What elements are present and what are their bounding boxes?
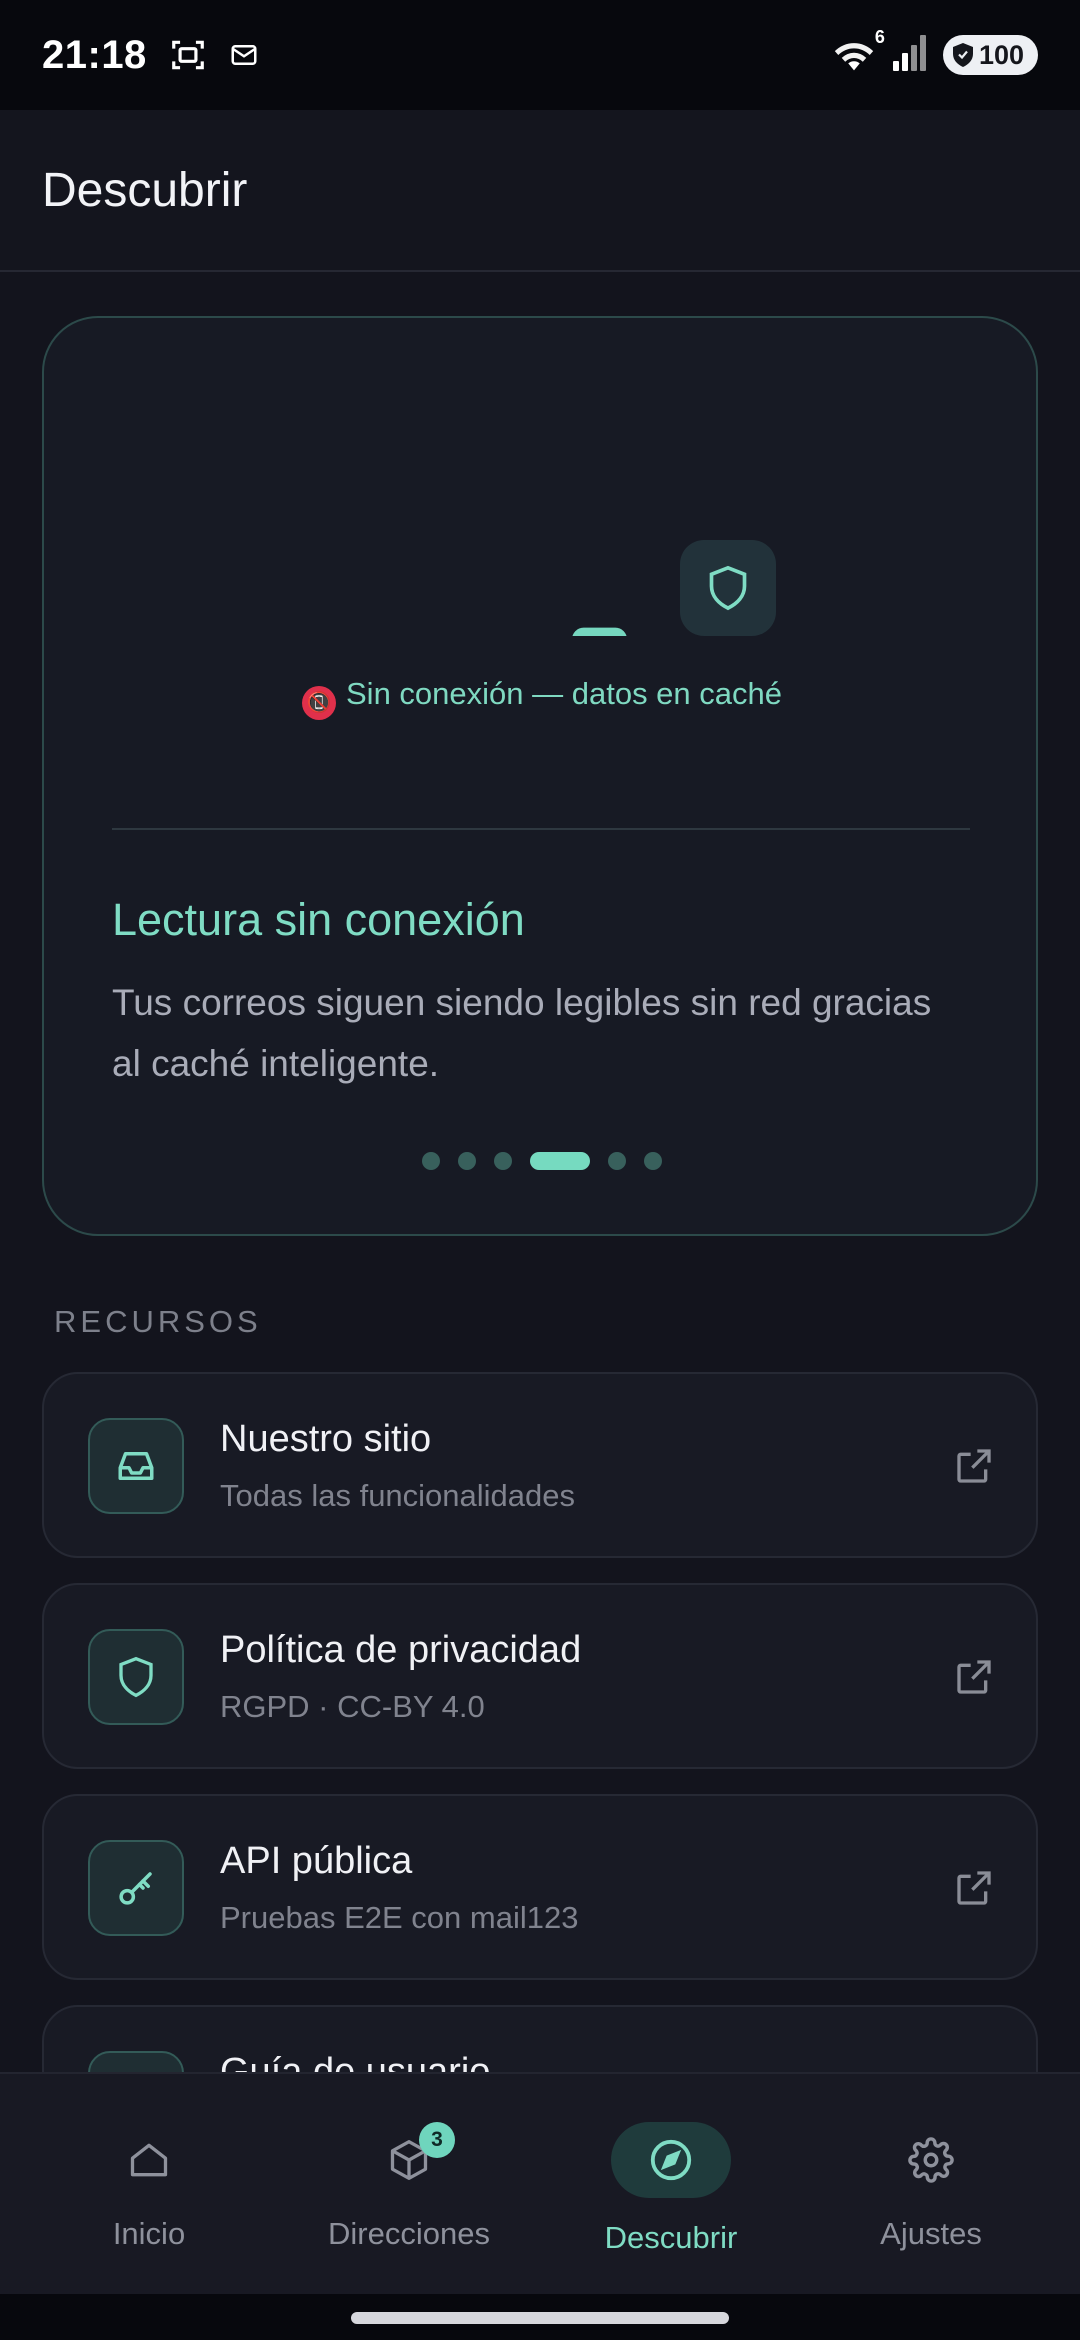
pager-dot[interactable] — [644, 1152, 662, 1170]
feature-description: Tus correos siguen siendo legibles sin r… — [112, 982, 932, 1084]
card-divider — [112, 828, 970, 830]
nav-label: Ajustes — [880, 2216, 982, 2251]
no-phone-icon: 📵 — [302, 686, 336, 720]
resource-item-website[interactable]: Nuestro sitio Todas las funcionalidades — [42, 1372, 1038, 1558]
carousel-pager — [44, 1152, 1040, 1170]
status-time: 21:18 — [42, 32, 147, 77]
nav-item-direcciones[interactable]: 3 Direcciones — [274, 2074, 544, 2296]
battery-shield-icon — [952, 43, 973, 67]
network-type-label: 6 — [874, 27, 885, 47]
compass-icon — [611, 2122, 731, 2198]
page-title: Descubrir — [42, 163, 248, 217]
nav-item-inicio[interactable]: Inicio — [14, 2074, 284, 2296]
inbox-icon — [88, 1418, 184, 1514]
pager-dot[interactable] — [494, 1152, 512, 1170]
screen: 21:18 6 100 Descubrir 📵 Sin conexión — d… — [0, 0, 1080, 2340]
mail-icon — [229, 40, 259, 70]
resource-subtitle: Todas las funcionalidades — [220, 1478, 576, 1513]
shield-icon — [680, 540, 776, 636]
notification-badge: 3 — [419, 2122, 455, 2158]
resource-item-api[interactable]: API pública Pruebas E2E con mail123 — [42, 1794, 1038, 1980]
external-link-icon — [954, 1657, 994, 1702]
box-icon: 3 — [349, 2122, 469, 2198]
nav-label: Direcciones — [328, 2216, 490, 2251]
resource-title: API pública — [220, 1840, 413, 1882]
offline-illustration — [572, 627, 627, 636]
resource-subtitle: RGPD · CC-BY 4.0 — [220, 1689, 485, 1724]
battery-level: 100 — [978, 39, 1024, 70]
top-app-bar: Descubrir — [0, 110, 1080, 272]
illustration-bar-4 — [572, 627, 627, 636]
pager-dot-active[interactable] — [530, 1152, 590, 1170]
bottom-navigation: Inicio 3 Direcciones Descubrir Ajustes — [0, 2072, 1080, 2294]
nav-item-descubrir[interactable]: Descubrir — [536, 2074, 806, 2296]
shield-icon — [88, 1629, 184, 1725]
pager-dot[interactable] — [458, 1152, 476, 1170]
resource-title: Nuestro sitio — [220, 1418, 432, 1460]
settings-icon — [871, 2122, 991, 2198]
pager-dot[interactable] — [608, 1152, 626, 1170]
resource-item-privacy[interactable]: Política de privacidad RGPD · CC-BY 4.0 — [42, 1583, 1038, 1769]
status-bar: 21:18 6 100 — [0, 0, 1080, 110]
home-indicator[interactable] — [351, 2312, 729, 2324]
wifi-icon: 6 — [831, 27, 885, 75]
section-label-resources: RECURSOS — [54, 1304, 262, 1339]
resource-subtitle: Pruebas E2E con mail123 — [220, 1900, 579, 1935]
nav-label: Inicio — [112, 2216, 186, 2251]
feature-heading: Lectura sin conexión — [112, 894, 525, 945]
external-link-icon — [954, 1446, 994, 1491]
key-icon — [88, 1840, 184, 1936]
battery-indicator: 100 — [942, 35, 1038, 75]
offline-status-label: Sin conexión — datos en caché — [346, 676, 782, 711]
home-icon — [89, 2122, 209, 2198]
nav-label: Descubrir — [604, 2220, 738, 2255]
nav-item-ajustes[interactable]: Ajustes — [796, 2074, 1066, 2296]
feature-carousel-card[interactable]: 📵 Sin conexión — datos en caché Lectura s… — [42, 316, 1038, 1236]
external-link-icon — [954, 1868, 994, 1913]
signal-icon — [892, 34, 927, 76]
pager-dot[interactable] — [422, 1152, 440, 1170]
screenshot-icon — [169, 36, 207, 74]
resource-title: Política de privacidad — [220, 1629, 582, 1671]
offline-status-text: 📵 Sin conexión — datos en caché — [44, 676, 1040, 720]
